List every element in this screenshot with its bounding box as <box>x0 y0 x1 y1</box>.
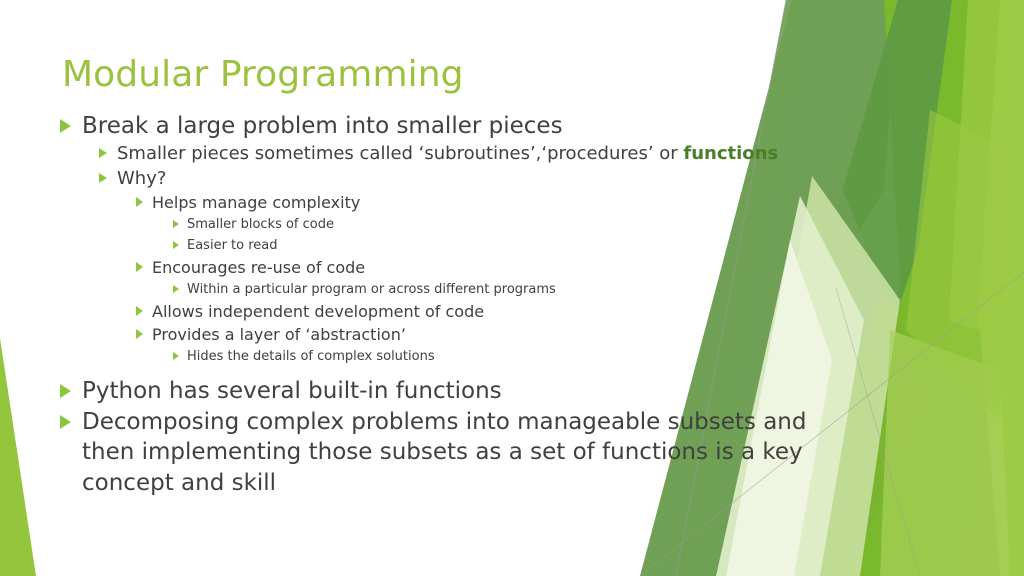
bullet-level3-encourages-reuse: Encourages re-use of code <box>136 256 860 279</box>
bullet-level1-python-builtins: Python has several built-in functions <box>60 376 860 407</box>
slide-title: Modular Programming <box>62 54 464 95</box>
bullet-text: Smaller blocks of code <box>187 217 334 232</box>
bullet-text: Decomposing complex problems into manage… <box>82 408 807 496</box>
bullet-triangle-icon <box>173 279 187 293</box>
bullet-triangle-icon <box>173 214 187 228</box>
bullet-text: Encourages re-use of code <box>152 258 366 277</box>
bullet-level4-smaller-blocks-of-code: Smaller blocks of code <box>173 214 860 235</box>
bullet-text: Hides the details of complex solutions <box>187 349 435 364</box>
bullet-level3-independent-development: Allows independent development of code <box>136 300 860 323</box>
bullet-level3-helps-manage-complexity: Helps manage complexity <box>136 191 860 214</box>
presentation-slide: Modular Programming Break a large proble… <box>0 0 1024 576</box>
bullet-text: Smaller pieces sometimes called ‘subrout… <box>117 141 860 166</box>
bullet-level4-hides-details: Hides the details of complex solutions <box>173 346 860 367</box>
bullet-text: Break a large problem into smaller piece… <box>82 113 563 139</box>
bullet-triangle-icon <box>136 300 152 316</box>
bullet-level4-easier-to-read: Easier to read <box>173 235 860 256</box>
bullet-triangle-icon <box>136 191 152 207</box>
bullet-level1-decomposing: Decomposing complex problems into manage… <box>60 407 860 499</box>
bullet-triangle-icon <box>60 111 82 133</box>
bullet-text: Provides a layer of ‘abstraction’ <box>152 325 406 344</box>
bullet-triangle-icon <box>60 407 82 429</box>
bullet-level2-why: Why? <box>99 166 860 191</box>
bullet-level4-within-program: Within a particular program or across di… <box>173 279 860 300</box>
bullet-text: Within a particular program or across di… <box>187 282 556 297</box>
bullet-triangle-icon <box>99 141 117 158</box>
bullet-triangle-icon <box>136 323 152 339</box>
bullet-triangle-icon <box>99 166 117 183</box>
slide-content: Modular Programming Break a large proble… <box>0 0 1024 576</box>
bullet-triangle-icon <box>60 376 82 398</box>
bullet-level1-break-problem: Break a large problem into smaller piece… <box>60 111 860 141</box>
bullet-text: Easier to read <box>187 238 278 253</box>
bullet-level3-layer-of-abstraction: Provides a layer of ‘abstraction’ <box>136 323 860 346</box>
bullet-text-prefix: Smaller pieces sometimes called ‘subrout… <box>117 143 684 164</box>
bullet-text: Helps manage complexity <box>152 193 361 212</box>
bullet-text: Python has several built-in functions <box>82 378 502 404</box>
bullet-triangle-icon <box>136 256 152 272</box>
bullet-text-highlight: functions <box>683 143 779 164</box>
bullet-text: Allows independent development of code <box>152 302 485 321</box>
slide-body-list: Break a large problem into smaller piece… <box>60 111 860 498</box>
bullet-triangle-icon <box>173 346 187 360</box>
bullet-triangle-icon <box>173 235 187 249</box>
bullet-text: Why? <box>117 168 167 189</box>
bullet-level2-smaller-pieces: Smaller pieces sometimes called ‘subrout… <box>99 141 860 166</box>
